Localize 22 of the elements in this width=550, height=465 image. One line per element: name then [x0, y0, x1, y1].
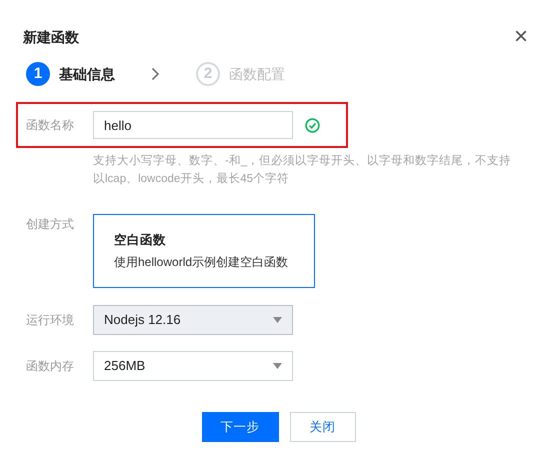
hint-text: 支持大小写字母、数字、-和_，但必须以字母开头、以字母和数字结尾，不支持以lcap、lowcode开头，最长45个字符 — [93, 153, 512, 187]
field-label: 函数名称 — [25, 117, 75, 134]
name-input-field[interactable]: hello — [93, 111, 293, 139]
template-card[interactable]: 空白函数 使用helloworld示例创建空白函数 — [93, 214, 315, 288]
caret-icon — [273, 317, 282, 323]
step-number[interactable]: 1 — [26, 62, 50, 86]
select-field[interactable]: 256MB — [93, 351, 293, 381]
select-value: Nodejs 12.16 — [104, 311, 181, 330]
field-label: 函数内存 — [25, 358, 75, 375]
dialog-title: 新建函数 — [23, 28, 79, 46]
close-button[interactable]: × — [514, 25, 528, 49]
card-description: 使用helloworld示例创建空白函数 — [114, 254, 290, 272]
select-value: 256MB — [104, 357, 146, 376]
close-dialog-button[interactable]: 关闭 — [290, 412, 356, 442]
field-label: 运行环境 — [25, 312, 75, 329]
caret-icon — [273, 363, 282, 369]
step-label: 基础信息 — [59, 64, 115, 84]
chevron-right-icon — [151, 67, 160, 81]
next-button[interactable]: 下一步 — [202, 412, 278, 442]
card-title: 空白函数 — [114, 232, 167, 249]
step-label: 函数配置 — [229, 64, 285, 84]
field-label: 创建方式 — [25, 216, 75, 233]
